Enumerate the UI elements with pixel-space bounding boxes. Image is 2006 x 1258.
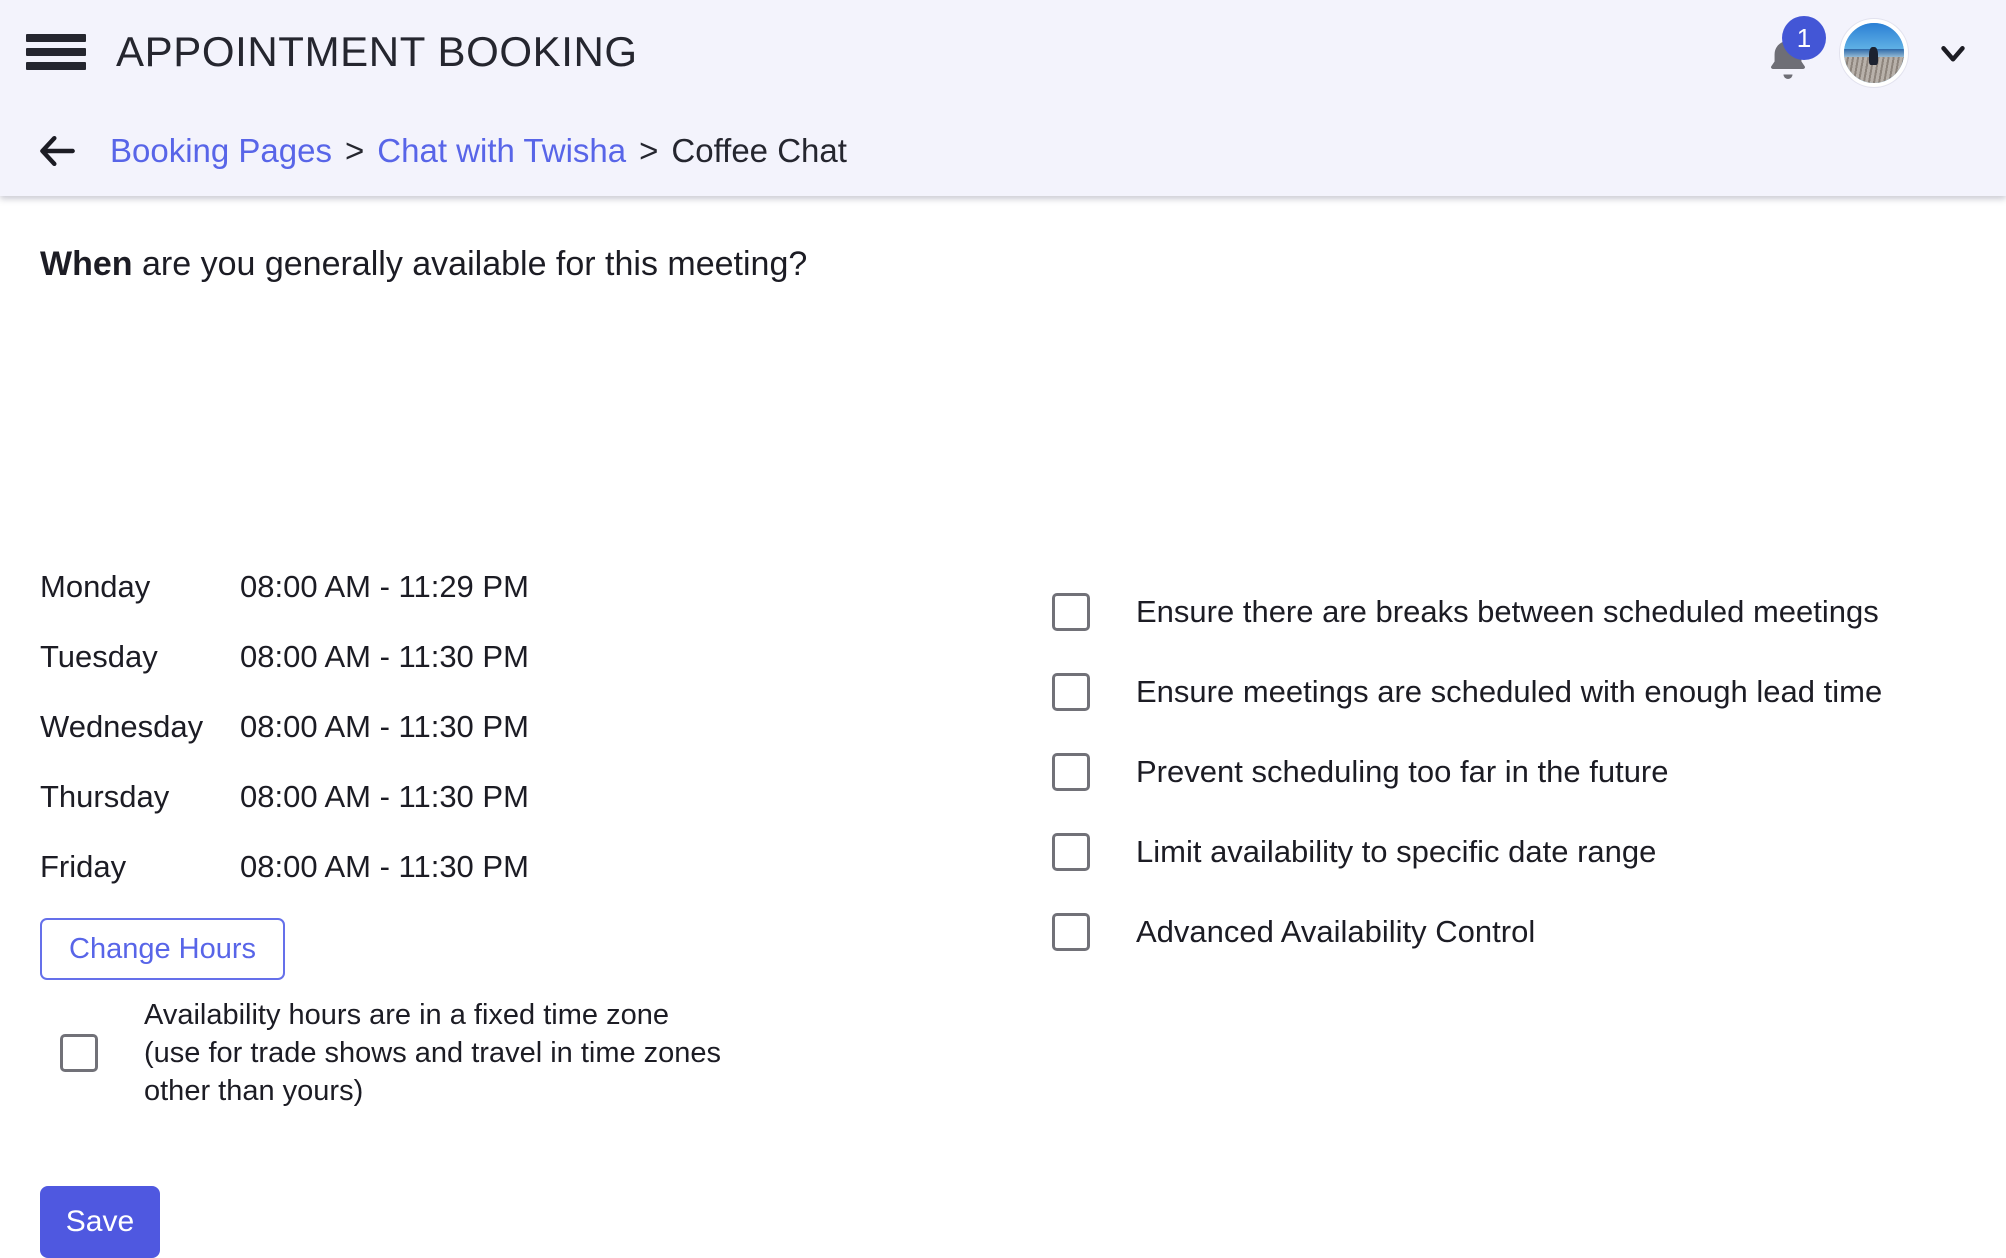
page-title-emphasis: When xyxy=(40,245,133,283)
avatar-person xyxy=(1869,47,1879,65)
schedule-day-hours: 08:00 AM - 11:30 PM xyxy=(240,849,529,884)
arrow-left-icon[interactable] xyxy=(32,125,84,177)
availability-schedule: Monday 08:00 AM - 11:29 PM Tuesday 08:00… xyxy=(40,552,529,902)
option-lead-time-label: Ensure meetings are scheduled with enoug… xyxy=(1136,674,1883,709)
notification-bell-button[interactable]: 1 xyxy=(1758,16,1826,84)
app-header: APPOINTMENT BOOKING 1 Booking Pages > Ch… xyxy=(0,0,2006,196)
breadcrumb-item-booking-pages[interactable]: Booking Pages xyxy=(110,129,332,173)
option-breaks-between-meetings-checkbox[interactable] xyxy=(1052,593,1090,631)
schedule-row: Thursday 08:00 AM - 11:30 PM xyxy=(40,762,529,832)
option-prevent-far-future-checkbox[interactable] xyxy=(1052,753,1090,791)
fixed-timezone-line-3: other than yours) xyxy=(144,1075,364,1107)
save-button[interactable]: Save xyxy=(40,1186,160,1258)
header-actions: 1 xyxy=(1758,12,1976,94)
option-breaks-between-meetings-label: Ensure there are breaks between schedule… xyxy=(1136,594,1879,629)
change-hours-button[interactable]: Change Hours xyxy=(40,918,285,980)
schedule-day-hours: 08:00 AM - 11:30 PM xyxy=(240,639,529,674)
schedule-day-label: Monday xyxy=(40,569,151,604)
availability-options-list: Ensure there are breaks between schedule… xyxy=(1052,572,1882,972)
header-top-bar: APPOINTMENT BOOKING 1 xyxy=(0,0,2006,106)
option-date-range-label: Limit availability to specific date rang… xyxy=(1136,834,1657,869)
fixed-timezone-label: Availability hours are in a fixed time z… xyxy=(144,996,721,1110)
page-title: When are you generally available for thi… xyxy=(40,241,807,287)
schedule-day-label: Thursday xyxy=(40,779,170,814)
option-breaks-between-meetings[interactable]: Ensure there are breaks between schedule… xyxy=(1052,572,1882,652)
hamburger-bar-1 xyxy=(26,34,86,42)
option-lead-time[interactable]: Ensure meetings are scheduled with enoug… xyxy=(1052,652,1882,732)
notification-count-badge: 1 xyxy=(1782,16,1826,60)
option-prevent-far-future[interactable]: Prevent scheduling too far in the future xyxy=(1052,732,1882,812)
page-title-rest: are you generally available for this mee… xyxy=(132,245,808,283)
chevron-down-icon[interactable] xyxy=(1930,30,1976,76)
fixed-timezone-line-1: Availability hours are in a fixed time z… xyxy=(144,999,669,1031)
schedule-row: Monday 08:00 AM - 11:29 PM xyxy=(40,552,529,622)
hamburger-menu-icon[interactable] xyxy=(26,28,86,76)
schedule-day-hours: 08:00 AM - 11:29 PM xyxy=(240,569,529,604)
option-date-range[interactable]: Limit availability to specific date rang… xyxy=(1052,812,1882,892)
option-prevent-far-future-label: Prevent scheduling too far in the future xyxy=(1136,754,1669,789)
breadcrumb-separator-1: > xyxy=(345,132,365,169)
fixed-timezone-checkbox[interactable] xyxy=(60,1034,98,1072)
breadcrumb-item-chat-with-twisha[interactable]: Chat with Twisha xyxy=(377,129,626,173)
breadcrumb: Booking Pages > Chat with Twisha > Coffe… xyxy=(0,106,2006,196)
option-advanced-availability-label: Advanced Availability Control xyxy=(1136,914,1536,949)
fixed-timezone-option[interactable]: Availability hours are in a fixed time z… xyxy=(60,996,780,1110)
schedule-day-label: Friday xyxy=(40,849,127,884)
hamburger-bar-3 xyxy=(26,62,86,70)
schedule-row: Tuesday 08:00 AM - 11:30 PM xyxy=(40,622,529,692)
schedule-row: Friday 08:00 AM - 11:30 PM xyxy=(40,832,529,902)
option-date-range-checkbox[interactable] xyxy=(1052,833,1090,871)
breadcrumb-separator-2: > xyxy=(639,132,659,169)
schedule-day-label: Tuesday xyxy=(40,639,158,674)
schedule-row: Wednesday 08:00 AM - 11:30 PM xyxy=(40,692,529,762)
option-advanced-availability[interactable]: Advanced Availability Control xyxy=(1052,892,1882,972)
app-title: APPOINTMENT BOOKING xyxy=(116,28,638,75)
main-content: When are you generally available for thi… xyxy=(0,196,2006,1258)
avatar[interactable] xyxy=(1840,19,1908,87)
breadcrumb-trail: Booking Pages > Chat with Twisha > Coffe… xyxy=(110,129,847,173)
schedule-day-label: Wednesday xyxy=(40,709,204,744)
option-advanced-availability-checkbox[interactable] xyxy=(1052,913,1090,951)
hamburger-bar-2 xyxy=(26,48,86,56)
option-lead-time-checkbox[interactable] xyxy=(1052,673,1090,711)
breadcrumb-item-coffee-chat: Coffee Chat xyxy=(671,132,847,169)
schedule-day-hours: 08:00 AM - 11:30 PM xyxy=(240,779,529,814)
fixed-timezone-line-2: (use for trade shows and travel in time … xyxy=(144,1037,722,1069)
schedule-day-hours: 08:00 AM - 11:30 PM xyxy=(240,709,529,744)
